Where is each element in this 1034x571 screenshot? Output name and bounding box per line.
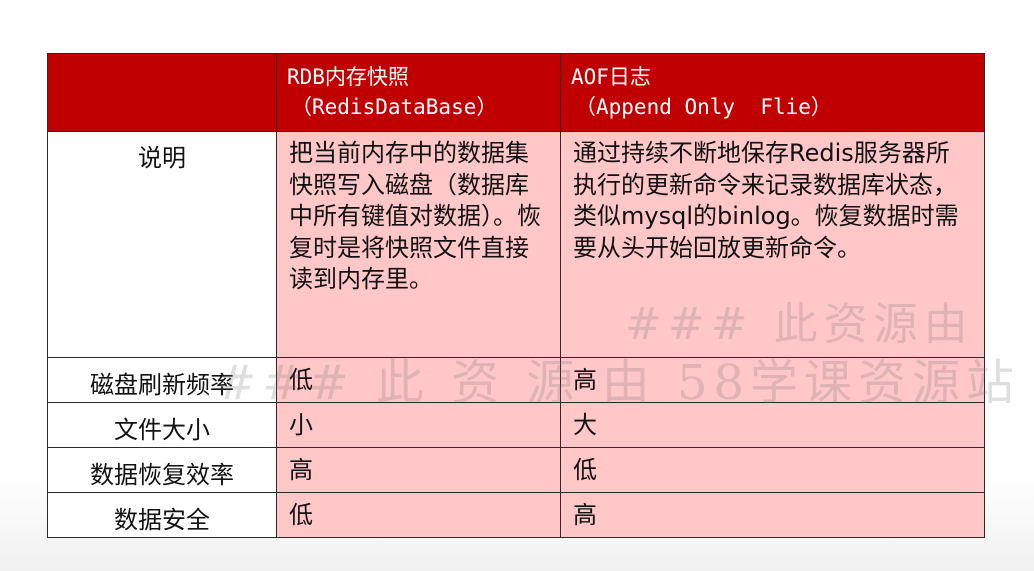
rdb-cell: 把当前内存中的数据集快照写入磁盘（数据库中所有键值对数据）。恢复时是将快照文件直… <box>276 131 561 358</box>
rdb-header-subtitle: （RedisDataBase） <box>291 95 498 119</box>
aof-description: 通过持续不断地保存Redis服务器所执行的更新命令来记录数据库状态，类似mysq… <box>573 139 959 262</box>
aof-value: 高 <box>573 501 597 529</box>
aof-cell: 通过持续不断地保存Redis服务器所执行的更新命令来记录数据库状态，类似mysq… <box>560 131 985 358</box>
slide: RDB内存快照 （RedisDataBase） AOF日志 （Append Only… <box>0 0 1034 571</box>
table-header-row: RDB内存快照 （RedisDataBase） AOF日志 （Append Only… <box>47 53 985 132</box>
row-label: 文件大小 <box>114 416 210 444</box>
rdb-value: 低 <box>289 501 313 529</box>
row-label-cell: 磁盘刷新频率 <box>47 357 277 403</box>
aof-value: 大 <box>573 411 597 439</box>
row-label: 说明 <box>138 144 186 172</box>
rdb-header-title: RDB内存快照 <box>287 65 409 89</box>
aof-cell: 高 <box>560 492 985 538</box>
aof-header-subtitle: （Append Only Flie） <box>575 95 832 119</box>
row-label: 数据安全 <box>114 506 210 534</box>
comparison-table: RDB内存快照 （RedisDataBase） AOF日志 （Append Only… <box>47 53 985 538</box>
row-label-cell: 文件大小 <box>47 402 277 448</box>
table-row: 文件大小 小 大 <box>47 402 985 448</box>
rdb-cell: 高 <box>276 447 561 493</box>
rdb-cell: 低 <box>276 492 561 538</box>
aof-value: 高 <box>573 366 597 394</box>
table-row: 说明 把当前内存中的数据集快照写入磁盘（数据库中所有键值对数据）。恢复时是将快照… <box>47 131 985 358</box>
rdb-description: 把当前内存中的数据集快照写入磁盘（数据库中所有键值对数据）。恢复时是将快照文件直… <box>289 139 541 293</box>
aof-cell: 低 <box>560 447 985 493</box>
row-label-cell: 数据安全 <box>47 492 277 538</box>
table-row: 磁盘刷新频率 低 高 <box>47 357 985 403</box>
rdb-value: 高 <box>289 456 313 484</box>
header-cell-empty <box>47 53 277 132</box>
header-cell-aof: AOF日志 （Append Only Flie） <box>560 53 985 132</box>
row-label-cell: 数据恢复效率 <box>47 447 277 493</box>
row-label: 磁盘刷新频率 <box>90 371 234 399</box>
rdb-cell: 小 <box>276 402 561 448</box>
aof-header-title: AOF日志 <box>571 65 651 89</box>
table-row: 数据恢复效率 高 低 <box>47 447 985 493</box>
rdb-value: 小 <box>289 411 313 439</box>
row-label-cell: 说明 <box>47 131 277 358</box>
aof-value: 低 <box>573 456 597 484</box>
header-cell-rdb: RDB内存快照 （RedisDataBase） <box>276 53 561 132</box>
table-row: 数据安全 低 高 <box>47 492 985 538</box>
aof-cell: 高 <box>560 357 985 403</box>
rdb-value: 低 <box>289 366 313 394</box>
rdb-cell: 低 <box>276 357 561 403</box>
row-label: 数据恢复效率 <box>90 461 234 489</box>
aof-cell: 大 <box>560 402 985 448</box>
